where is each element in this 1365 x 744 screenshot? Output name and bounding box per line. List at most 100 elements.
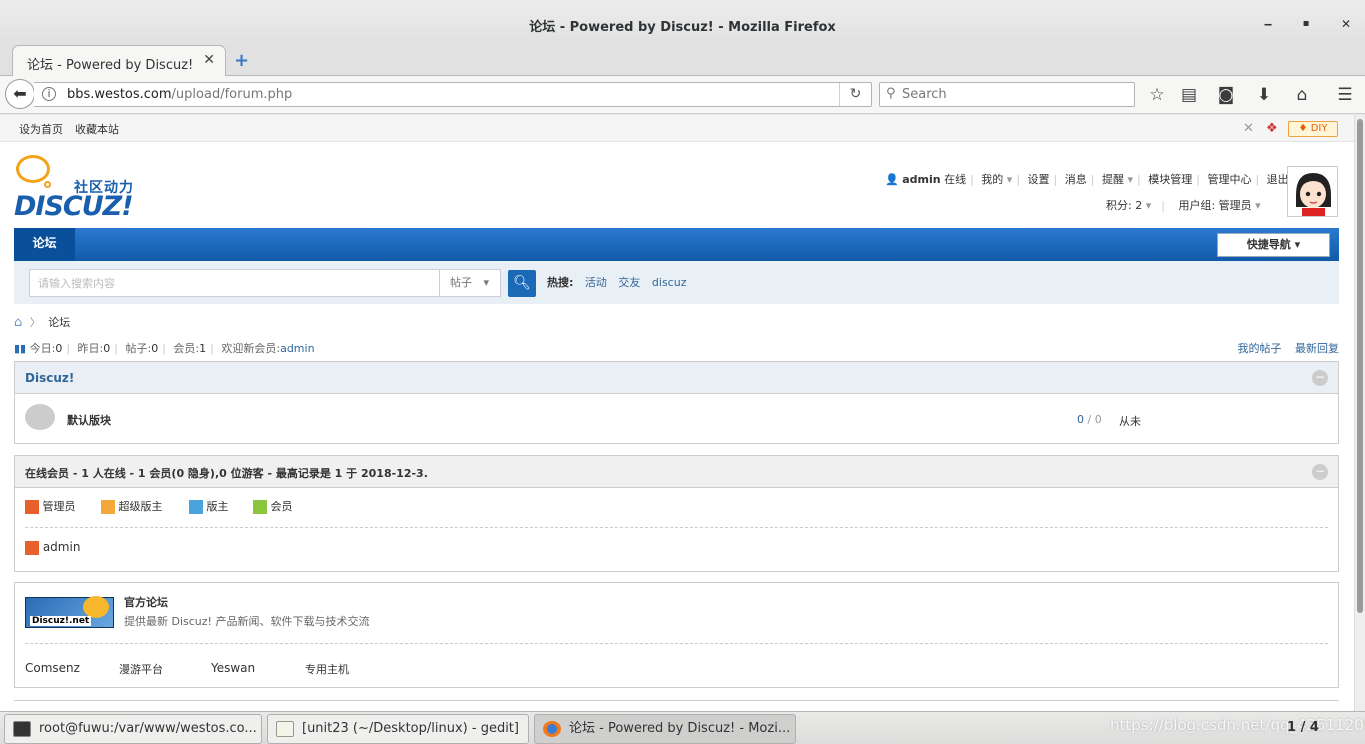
friend-link[interactable]: Yeswan [211,661,255,675]
quick-links: 我的帖子 最新回复 [1228,340,1340,356]
online-header: 在线会员 - 1 人在线 - 1 会员(0 隐身),0 位游客 - 最高记录是 … [15,456,1338,488]
my-posts-link[interactable]: 我的帖子 [1238,342,1282,355]
taskbar-gedit[interactable]: [unit23 (~/Desktop/linux) - gedit] [267,714,529,744]
post-count: 0 [1094,413,1102,426]
newest-member-link[interactable]: admin [280,342,314,355]
hot-search-link[interactable]: discuz [652,276,687,289]
latest-replies-link[interactable]: 最新回复 [1295,342,1339,355]
terminal-icon [13,721,31,737]
settings-link[interactable]: 设置 [1028,173,1050,186]
user-group-link[interactable]: 用户组: 管理员 [1178,199,1251,212]
pocket-icon[interactable]: ◙ [1215,84,1237,106]
my-menu[interactable]: 我的 [981,173,1003,186]
category-title[interactable]: Discuz! [25,371,74,385]
friend-link[interactable]: Comsenz [25,661,80,675]
friend-links-box: Discuz!.net 官方论坛 提供最新 Discuz! 产品新闻、软件下载与… [14,582,1339,688]
minimize-button[interactable]: ‒ [1258,14,1278,34]
forum-search-box[interactable] [29,269,440,297]
logo-sun-icon [83,596,109,618]
set-home-link[interactable]: 设为首页 [19,121,63,137]
stats-chart-icon: ▮▮ [14,342,27,355]
avatar-girl-icon [1288,167,1337,216]
home-icon[interactable]: ⌂ [1291,84,1313,106]
collapse-widescreen-icon[interactable]: ✕ [1243,121,1254,136]
hot-search-link[interactable]: 交友 [618,276,640,289]
nav-item-forum[interactable]: 论坛 [14,228,75,261]
breadcrumb-separator-icon: 〉 [29,316,41,329]
user-icon: 👤 [885,173,899,186]
diy-button[interactable]: ♦ DIY [1288,121,1338,137]
taskbar: root@fuwu:/var/www/westos.co... [unit23 … [0,711,1365,744]
search-submit-button[interactable]: 🔍︎ [508,270,536,297]
friend-link[interactable]: 漫游平台 [119,661,163,677]
user-points-row: 积分: 2 ▾ | 用户组: 管理员 ▾ [1106,199,1261,212]
online-members-box: 在线会员 - 1 人在线 - 1 会员(0 隐身),0 位游客 - 最高记录是 … [14,455,1339,572]
back-button[interactable]: ⬅ [5,79,35,109]
home-icon[interactable]: ⌂ [14,315,22,330]
friend-link[interactable]: 专用主机 [305,661,349,677]
quick-nav-button[interactable]: 快捷导航 ▾ [1217,233,1330,257]
online-member[interactable]: admin [25,540,80,555]
breadcrumb: ⌂ 〉 论坛 [14,314,70,330]
user-menu: 👤 admin 在线 | 我的 ▾ | 设置 | 消息 | 提醒 ▾ | 模块管理 | 管理… [885,173,1289,186]
chevron-down-icon: ▾ [1255,199,1261,212]
legend-super-mod: 超级版主 [101,498,163,514]
reminders-link[interactable]: 提醒 [1102,173,1124,186]
taskbar-terminal[interactable]: root@fuwu:/var/www/westos.co... [4,714,262,744]
chevron-down-icon: ▾ [1006,173,1013,186]
username-link[interactable]: admin [902,173,940,186]
messages-link[interactable]: 消息 [1065,173,1087,186]
collapse-icon[interactable]: − [1312,370,1328,386]
taskbar-firefox-label: 论坛 - Powered by Discuz! - Mozi... [569,721,791,736]
downloads-icon[interactable]: ⬇ [1253,84,1275,106]
reload-icon[interactable]: ↻ [839,83,871,106]
scrollbar-thumb[interactable] [1357,119,1363,613]
points-link[interactable]: 积分: 2 [1106,199,1142,212]
search-bar[interactable]: ⚲ [879,82,1135,107]
collapse-icon[interactable]: − [1312,464,1328,480]
workspace-pager[interactable]: 1 / 4 [1287,720,1319,735]
site-info-icon[interactable]: i [42,87,56,101]
discuz-net-logo[interactable]: Discuz!.net [25,596,114,628]
url-bar[interactable]: i bbs.westos.com/upload/forum.php ↻ [34,82,872,107]
taskbar-firefox[interactable]: 论坛 - Powered by Discuz! - Mozi... [534,714,796,744]
close-window-button[interactable]: ✕ [1336,14,1356,34]
page-content: 设为首页 收藏本站 ✕ ❖ ♦ DIY 社区动力 DISCUZ! 👤 admin… [0,115,1354,711]
forum-name-link[interactable]: 默认版块 [67,412,111,428]
main-nav-bar: 论坛 快捷导航 ▾ [14,228,1339,261]
logout-link[interactable]: 退出 [1267,173,1289,186]
online-status[interactable]: 在线 [944,173,966,186]
bookmark-site-link[interactable]: 收藏本站 [75,121,119,137]
maximize-button[interactable]: ▪ [1296,14,1316,34]
legend-label: 版主 [206,500,229,513]
legend-member: 会员 [253,498,293,514]
yesterday-label: 昨日: [77,342,104,355]
search-input[interactable] [902,85,1122,104]
super-mod-user-icon [101,500,115,514]
search-panel: 帖子 ▾ 🔍︎ 热搜: 活动 交友 discuz [14,261,1339,304]
official-forum-name[interactable]: 官方论坛 [124,594,168,610]
logo-bubble-tail-icon [44,181,51,188]
page-scrollbar[interactable] [1354,115,1365,711]
breadcrumb-current[interactable]: 论坛 [48,316,70,329]
watermark: https://blog.csdn.net/qq_43511209 [1110,716,1365,734]
style-palette-icon[interactable]: ❖ [1266,121,1278,136]
browser-tab[interactable]: 论坛 - Powered by Discuz! ✕ [12,45,226,77]
menu-icon[interactable]: ☰ [1334,84,1356,106]
new-tab-button[interactable]: + [234,50,249,71]
module-manage-link[interactable]: 模块管理 [1148,173,1192,186]
discuz-logo[interactable]: 社区动力 DISCUZ! [14,155,154,222]
reading-list-icon[interactable]: ▤ [1178,84,1200,106]
caret-down-icon: ▾ [483,276,490,289]
forum-search-input[interactable] [30,270,439,296]
avatar[interactable] [1287,166,1338,217]
hot-search: 热搜: 活动 交友 discuz [547,274,686,290]
bookmark-star-icon[interactable]: ☆ [1146,84,1168,106]
hot-search-link[interactable]: 活动 [585,276,607,289]
tab-close-icon[interactable]: ✕ [203,52,215,68]
online-title[interactable]: 在线会员 - 1 人在线 - 1 会员(0 隐身),0 位游客 - 最高记录是 … [25,465,428,481]
admin-center-link[interactable]: 管理中心 [1207,173,1251,186]
url-text[interactable]: bbs.westos.com/upload/forum.php [67,87,292,102]
search-type-select[interactable]: 帖子 ▾ [439,269,501,297]
welcome-label: 欢迎新会员: [221,342,281,355]
